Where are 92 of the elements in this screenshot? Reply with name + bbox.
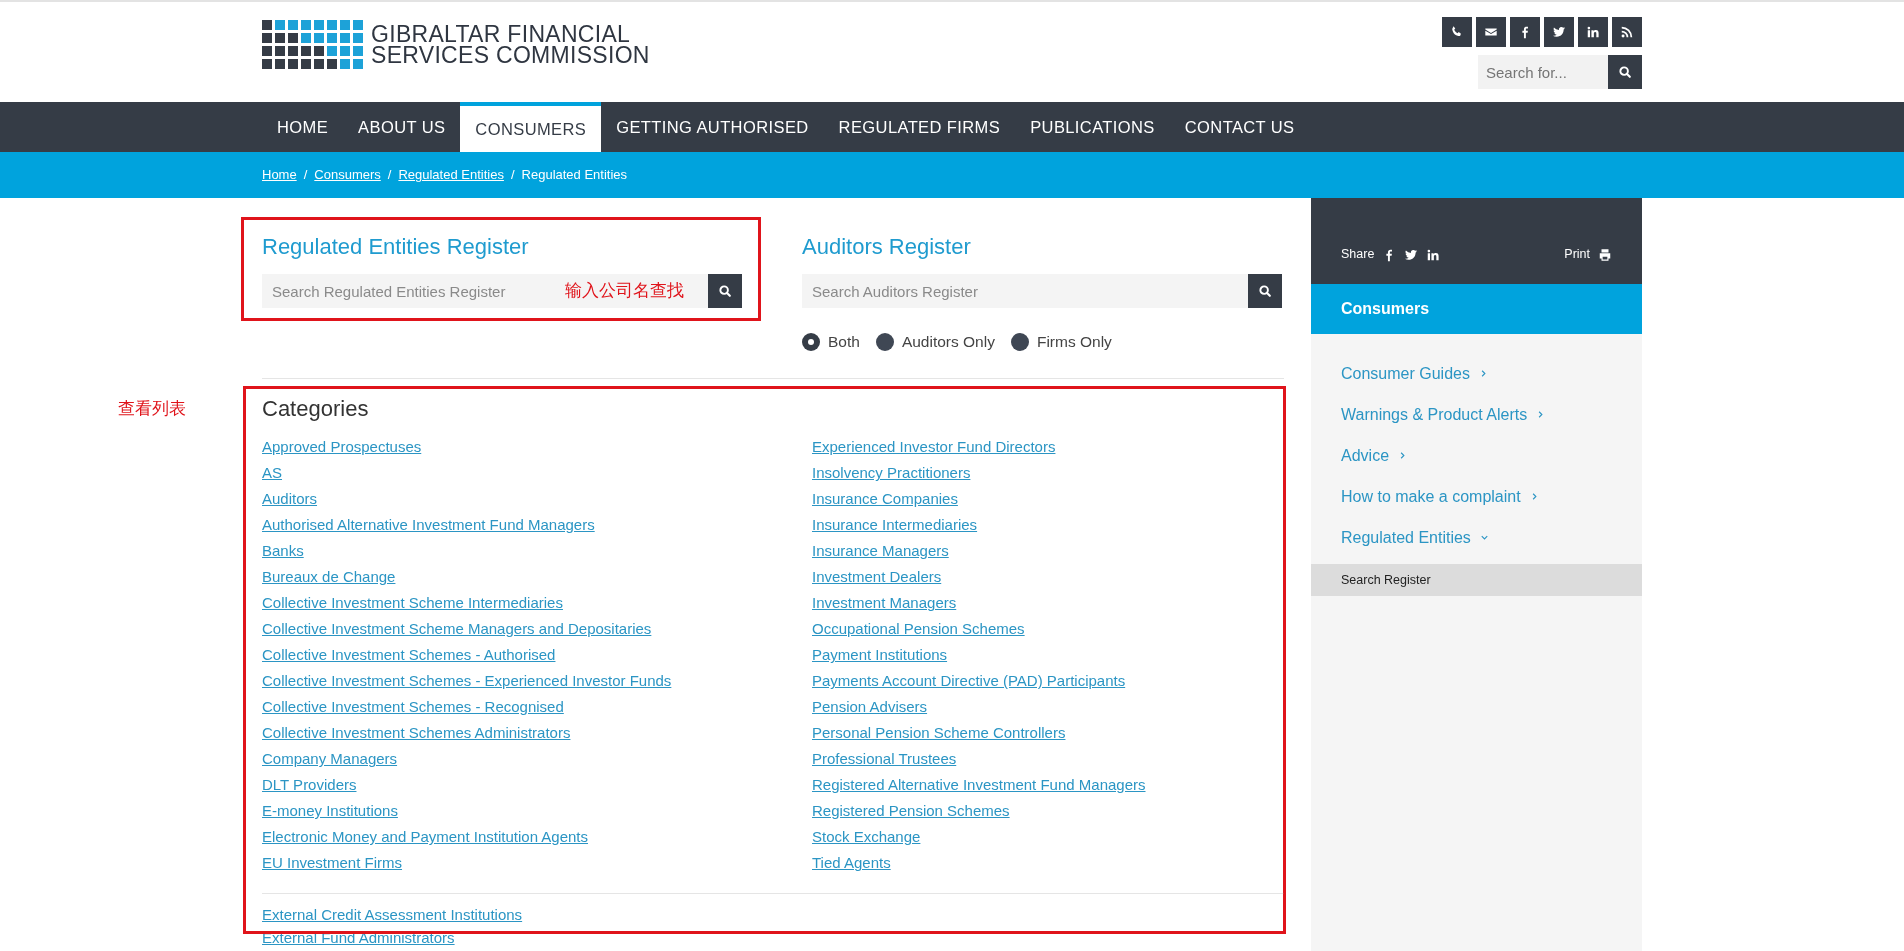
- breadcrumb-link[interactable]: Regulated Entities: [398, 165, 504, 185]
- search-icon: [1618, 65, 1632, 79]
- category-link[interactable]: Collective Investment Schemes - Authorised: [262, 642, 556, 669]
- category-link[interactable]: Tied Agents: [812, 850, 891, 877]
- category-link[interactable]: Authorised Alternative Investment Fund Managers: [262, 512, 595, 539]
- linkedin-icon[interactable]: [1426, 247, 1441, 262]
- category-link[interactable]: Occupational Pension Schemes: [812, 616, 1025, 643]
- category-link[interactable]: Auditors: [262, 486, 318, 513]
- category-link[interactable]: Payment Institutions: [812, 642, 948, 669]
- radio-button[interactable]: [802, 332, 820, 351]
- site-search-field[interactable]: Search for...: [1478, 55, 1608, 89]
- share-label: Share: [1341, 246, 1375, 264]
- rss-link[interactable]: [1612, 17, 1642, 47]
- breadcrumb-separator: /: [303, 166, 308, 185]
- category-link[interactable]: Investment Managers: [812, 590, 957, 617]
- breadcrumb-link[interactable]: Home: [262, 165, 297, 185]
- annotation-text: 查看列表: [118, 398, 186, 421]
- category-link[interactable]: Insolvency Practitioners: [812, 460, 971, 487]
- twitter-link[interactable]: [1544, 17, 1574, 47]
- breadcrumb-separator: /: [387, 166, 392, 185]
- sidebar-sublink[interactable]: Search Register: [1311, 564, 1642, 596]
- category-link[interactable]: External Credit Assessment Institutions: [262, 903, 523, 927]
- category-link[interactable]: EU Investment Firms: [262, 850, 403, 877]
- twitter-icon[interactable]: [1404, 247, 1419, 262]
- sidebar-link[interactable]: Advice: [1311, 435, 1642, 476]
- email-link[interactable]: [1476, 17, 1506, 47]
- category-link[interactable]: Collective Investment Schemes - Experienced Investor Funds: [262, 668, 672, 695]
- print-link[interactable]: Print: [1564, 245, 1612, 264]
- radio-label[interactable]: Both: [828, 330, 860, 354]
- category-link[interactable]: Payments Account Directive (PAD) Participants: [812, 668, 1126, 695]
- register-title: Regulated Entities Register: [262, 233, 530, 261]
- linkedin-icon: [1586, 25, 1600, 39]
- sidebar-link[interactable]: How to make a complaint: [1311, 476, 1642, 517]
- search-icon: [1258, 284, 1272, 298]
- nav-link[interactable]: CONTACT US: [1169, 102, 1310, 152]
- category-link[interactable]: DLT Providers: [262, 772, 357, 799]
- nav-link[interactable]: PUBLICATIONS: [1015, 102, 1170, 152]
- nav-link[interactable]: REGULATED FIRMS: [823, 102, 1016, 152]
- phone-link[interactable]: [1442, 17, 1472, 47]
- categories-title: Categories: [262, 395, 370, 424]
- category-link[interactable]: Insurance Managers: [812, 538, 949, 565]
- sidebar-link[interactable]: Warnings & Product Alerts: [1311, 394, 1642, 435]
- nav-link[interactable]: GETTING AUTHORISED: [601, 102, 824, 152]
- register-search-field[interactable]: Search Regulated Entities Register: [262, 274, 561, 308]
- category-link[interactable]: Bureaux de Change: [262, 564, 396, 591]
- phone-icon: [1450, 25, 1464, 39]
- search-button[interactable]: [708, 274, 742, 308]
- category-link[interactable]: Approved Prospectuses: [262, 434, 422, 461]
- facebook-link[interactable]: [1510, 17, 1540, 47]
- rss-icon: [1620, 25, 1634, 39]
- sidebar-link[interactable]: Regulated Entities: [1311, 517, 1642, 558]
- category-link[interactable]: Professional Trustees: [812, 746, 957, 773]
- category-link[interactable]: Insurance Intermediaries: [812, 512, 978, 539]
- category-link[interactable]: Collective Investment Scheme Managers and Depositaries: [262, 616, 652, 643]
- category-link[interactable]: Registered Pension Schemes: [812, 798, 1010, 825]
- site-logo[interactable]: GIBRALTAR FINANCIAL SERVICES COMMISSION: [262, 20, 650, 69]
- radio-label[interactable]: Auditors Only: [901, 330, 995, 354]
- search-button[interactable]: [1608, 55, 1642, 89]
- category-link[interactable]: Banks: [262, 538, 304, 565]
- category-link[interactable]: Collective Investment Schemes - Recognised: [262, 694, 564, 721]
- category-link[interactable]: E-money Institutions: [262, 798, 398, 825]
- category-link[interactable]: Experienced Investor Fund Directors: [812, 434, 1056, 461]
- sidebar-heading: Consumers: [1311, 284, 1642, 334]
- category-link[interactable]: Collective Investment Scheme Intermediaries: [262, 590, 563, 617]
- radio-label[interactable]: Firms Only: [1036, 330, 1112, 354]
- radio-button[interactable]: [875, 332, 894, 351]
- search-button[interactable]: [1248, 274, 1282, 308]
- radio-button[interactable]: [1010, 332, 1029, 351]
- nav-link[interactable]: ABOUT US: [343, 102, 461, 152]
- register-search-field[interactable]: Search Auditors Register: [802, 274, 1248, 308]
- category-link[interactable]: Insurance Companies: [812, 486, 958, 513]
- category-link[interactable]: Electronic Money and Payment Institution Agents: [262, 824, 588, 851]
- category-link[interactable]: Personal Pension Scheme Controllers: [812, 720, 1066, 747]
- nav-link[interactable]: HOME: [262, 102, 344, 152]
- category-link[interactable]: AS: [262, 460, 282, 487]
- sidebar-link[interactable]: Consumer Guides: [1311, 353, 1642, 394]
- register-title: Auditors Register: [802, 233, 972, 261]
- search-icon: [718, 284, 732, 298]
- category-link[interactable]: Investment Dealers: [812, 564, 942, 591]
- category-link[interactable]: Stock Exchange: [812, 824, 921, 851]
- breadcrumb-link[interactable]: Consumers: [314, 165, 381, 185]
- category-link[interactable]: Company Managers: [262, 746, 398, 773]
- breadcrumb-current: Regulated Entities: [521, 166, 628, 185]
- printer-icon: [1598, 247, 1612, 262]
- nav-link[interactable]: CONSUMERS: [460, 102, 602, 152]
- category-link[interactable]: Pension Advisers: [812, 694, 928, 721]
- category-link[interactable]: Registered Alternative Investment Fund Managers: [812, 772, 1146, 799]
- twitter-icon: [1552, 25, 1566, 39]
- annotation-text: 输入公司名查找: [561, 274, 708, 308]
- linkedin-link[interactable]: [1578, 17, 1608, 47]
- breadcrumb-separator: /: [510, 166, 515, 185]
- category-link[interactable]: Collective Investment Schemes Administrators: [262, 720, 571, 747]
